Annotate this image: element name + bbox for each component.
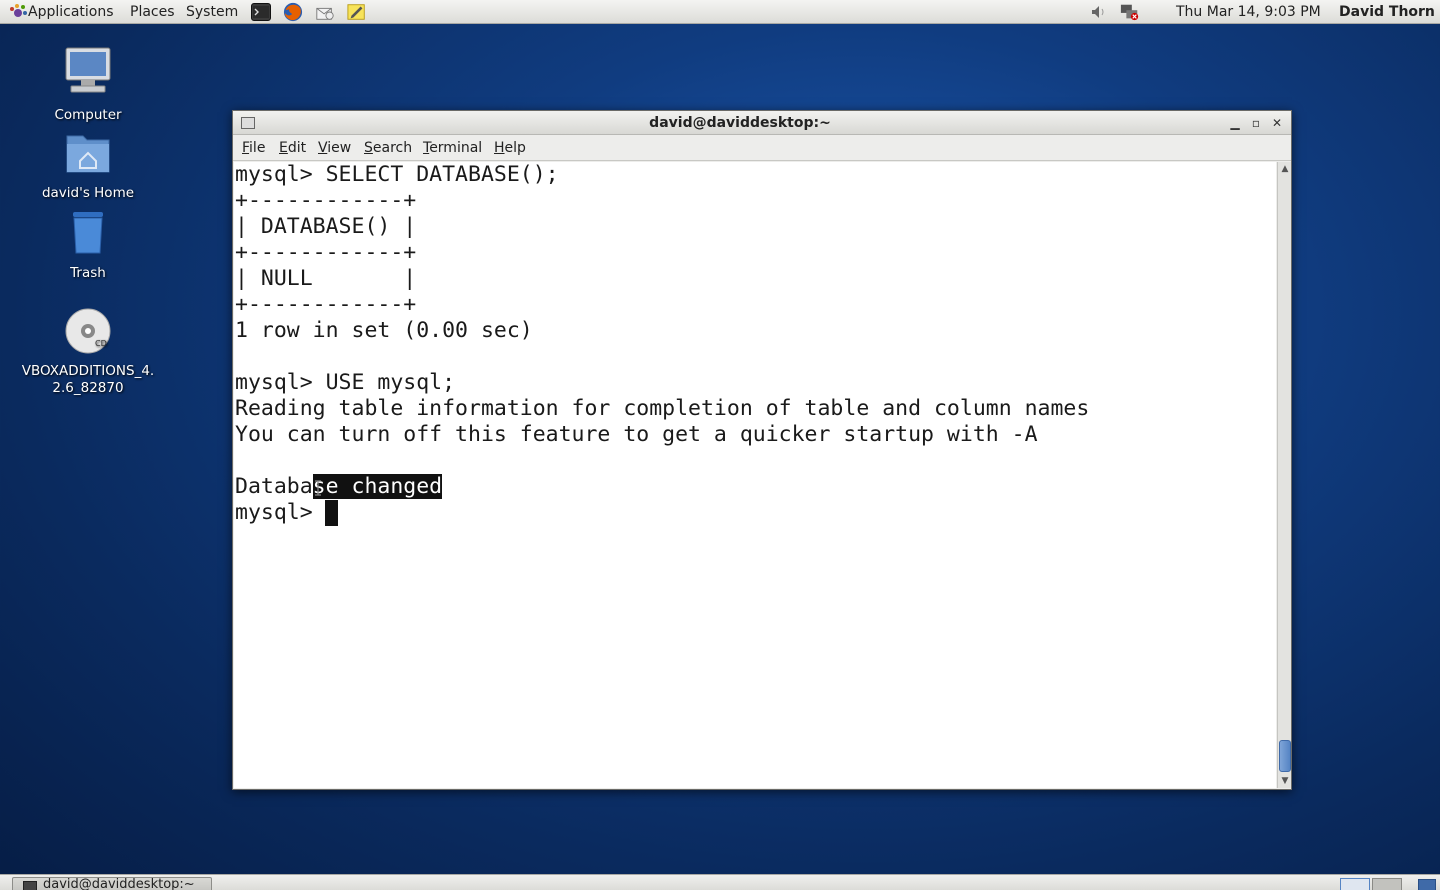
workspace-1[interactable] <box>1340 878 1370 890</box>
terminal-line: mysql> SELECT DATABASE(); <box>235 162 559 187</box>
text-cursor <box>325 500 338 526</box>
menu-terminal[interactable]: Terminal <box>423 140 482 156</box>
minimize-icon[interactable]: ▁ <box>1227 115 1243 131</box>
terminal-line: You can turn off this feature to get a q… <box>235 422 1038 447</box>
desktop-icon-label: Trash <box>70 265 106 281</box>
volume-icon[interactable] <box>1089 2 1109 22</box>
terminal-line: | NULL | <box>235 266 417 291</box>
top-panel: Applications Places System Thu Mar 14, 9… <box>0 0 1440 24</box>
mail-icon[interactable] <box>315 2 335 22</box>
menu-help[interactable]: Help <box>494 140 526 156</box>
desktop-icon-trash[interactable]: Trash <box>18 208 158 282</box>
ibeam-cursor-icon <box>314 480 322 496</box>
terminal-line-selected: Database changed <box>235 474 443 500</box>
menu-view[interactable]: View <box>318 140 351 156</box>
terminal-line: | DATABASE() | <box>235 214 417 239</box>
places-menu[interactable]: Places <box>130 3 175 21</box>
maximize-icon[interactable]: ▫ <box>1248 115 1264 131</box>
vertical-scrollbar[interactable]: ▲ ▼ <box>1277 162 1291 788</box>
menu-file[interactable]: File <box>242 140 265 156</box>
applications-menu-label: Applications <box>28 4 114 20</box>
applications-menu[interactable]: Applications <box>8 3 114 21</box>
menu-terminal-label: erminal <box>429 140 483 156</box>
network-icon[interactable] <box>1120 2 1140 22</box>
desktop-icon-computer[interactable]: Computer <box>18 44 158 124</box>
title-bar[interactable]: david@daviddesktop:~ ▁ ▫ ✕ <box>233 111 1291 135</box>
user-menu[interactable]: David Thorn <box>1339 3 1435 21</box>
menu-search-label: earch <box>372 140 413 156</box>
menu-view-mnemonic: V <box>318 140 328 156</box>
computer-icon <box>18 44 158 105</box>
scroll-thumb[interactable] <box>1279 740 1291 772</box>
terminal-line: +------------+ <box>235 240 417 265</box>
desktop-icon-label: david's Home <box>41 185 135 201</box>
menu-search[interactable]: Search <box>364 140 412 156</box>
terminal-output[interactable]: mysql> SELECT DATABASE(); +------------+… <box>234 162 1276 788</box>
home-folder-icon <box>18 128 158 183</box>
desktop-icon-label-line1: VBOXADDITIONS_4. <box>21 363 155 379</box>
gnome-foot-icon <box>8 3 28 21</box>
desktop-icon-home[interactable]: david's Home <box>18 128 158 202</box>
taskbar-item-label: david@daviddesktop:~ <box>43 877 195 890</box>
menu-file-label: ile <box>249 140 266 156</box>
menu-view-label: iew <box>327 140 352 156</box>
scroll-down-icon[interactable]: ▼ <box>1278 774 1292 788</box>
text-selection[interactable]: se changed <box>312 474 443 499</box>
clock[interactable]: Thu Mar 14, 9:03 PM <box>1176 3 1321 21</box>
cd-icon: CD <box>18 306 158 361</box>
system-menu[interactable]: System <box>186 3 238 21</box>
menu-edit-label: dit <box>287 140 307 156</box>
scroll-up-icon[interactable]: ▲ <box>1278 162 1292 176</box>
terminal-line: Reading table information for completion… <box>235 396 1090 421</box>
menu-edit-mnemonic: E <box>279 140 288 156</box>
menu-file-mnemonic: F <box>242 140 250 156</box>
terminal-launcher-icon[interactable] <box>251 3 271 21</box>
menu-search-mnemonic: S <box>364 140 373 156</box>
terminal-prompt: mysql> <box>235 500 326 525</box>
terminal-line: +------------+ <box>235 188 417 213</box>
terminal-line: 1 row in set (0.00 sec) <box>235 318 533 343</box>
close-icon[interactable]: ✕ <box>1269 115 1285 131</box>
taskbar-item-terminal[interactable]: david@daviddesktop:~ <box>12 877 212 890</box>
workspace-2[interactable] <box>1372 878 1402 890</box>
trash-icon <box>18 208 158 263</box>
menu-help-mnemonic: H <box>494 140 505 156</box>
terminal-line: mysql> USE mysql; <box>235 370 456 395</box>
terminal-text: Databa <box>235 474 313 499</box>
text-editor-icon[interactable] <box>347 2 367 22</box>
terminal-line: +------------+ <box>235 292 417 317</box>
firefox-icon[interactable] <box>283 2 303 22</box>
desktop-icon-label-line2: 2.6_82870 <box>52 380 124 396</box>
show-desktop-icon[interactable] <box>1418 879 1436 890</box>
menu-help-label: elp <box>504 140 526 156</box>
bottom-panel: david@daviddesktop:~ <box>0 874 1440 890</box>
terminal-task-icon <box>23 881 37 890</box>
menu-edit[interactable]: Edit <box>279 140 306 156</box>
terminal-window[interactable]: david@daviddesktop:~ ▁ ▫ ✕ File Edit Vie… <box>232 110 1292 790</box>
svg-text:CD: CD <box>95 339 107 348</box>
menu-bar: File Edit View Search Terminal Help <box>233 135 1291 161</box>
desktop-icon-label: Computer <box>54 107 122 123</box>
window-title: david@daviddesktop:~ <box>649 115 831 131</box>
desktop-icon-cd[interactable]: CD VBOXADDITIONS_4. 2.6_82870 <box>18 306 158 397</box>
